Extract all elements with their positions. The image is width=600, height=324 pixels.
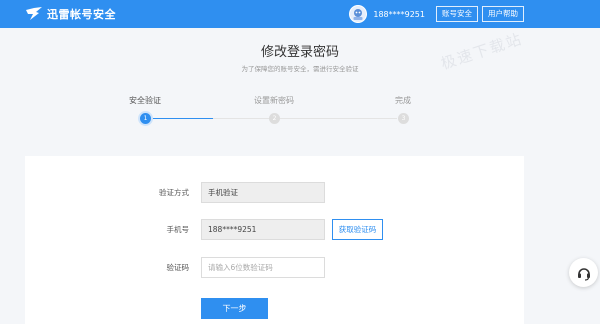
step-dot-1: 1: [140, 113, 151, 124]
method-label: 验证方式: [159, 188, 189, 197]
step-dot-2: 2: [269, 113, 280, 124]
page-subtitle: 为了保障您的账号安全，需进行安全验证: [241, 65, 359, 73]
code-input[interactable]: 请输入6位数验证码: [201, 257, 325, 278]
logo-text: 迅雷帐号安全: [47, 8, 116, 21]
step-label-new-password: 设置新密码: [254, 96, 294, 105]
thunder-bird-icon: [25, 7, 43, 21]
headset-icon: [576, 265, 592, 281]
customer-service-button[interactable]: [569, 258, 598, 287]
top-bar: 迅雷帐号安全 188****9251 账号安全 用户帮助: [0, 0, 600, 28]
user-area: 188****9251 账号安全 用户帮助: [349, 0, 600, 28]
phone-field: 188****9251: [201, 219, 325, 240]
step-label-done: 完成: [395, 96, 411, 105]
user-help-button[interactable]: 用户帮助: [482, 6, 524, 22]
step-label-verify: 安全验证: [129, 96, 161, 105]
step-progress-line: [151, 118, 213, 119]
code-label: 验证码: [166, 263, 190, 272]
user-phone: 188****9251: [373, 9, 425, 19]
next-button[interactable]: 下一步: [201, 298, 268, 319]
avatar-icon[interactable]: [349, 5, 368, 23]
method-field[interactable]: 手机验证: [201, 182, 325, 203]
logo[interactable]: 迅雷帐号安全: [25, 0, 116, 28]
step-line-1: [213, 118, 269, 119]
phone-label: 手机号: [166, 225, 190, 234]
get-code-button[interactable]: 获取验证码: [332, 219, 383, 240]
account-security-button[interactable]: 账号安全: [436, 6, 478, 22]
step-dot-3: 3: [398, 113, 409, 124]
verification-form: 验证方式 手机验证 手机号 188****9251 获取验证码 验证码 请输入6…: [25, 156, 524, 324]
step-line-2: [280, 118, 397, 119]
